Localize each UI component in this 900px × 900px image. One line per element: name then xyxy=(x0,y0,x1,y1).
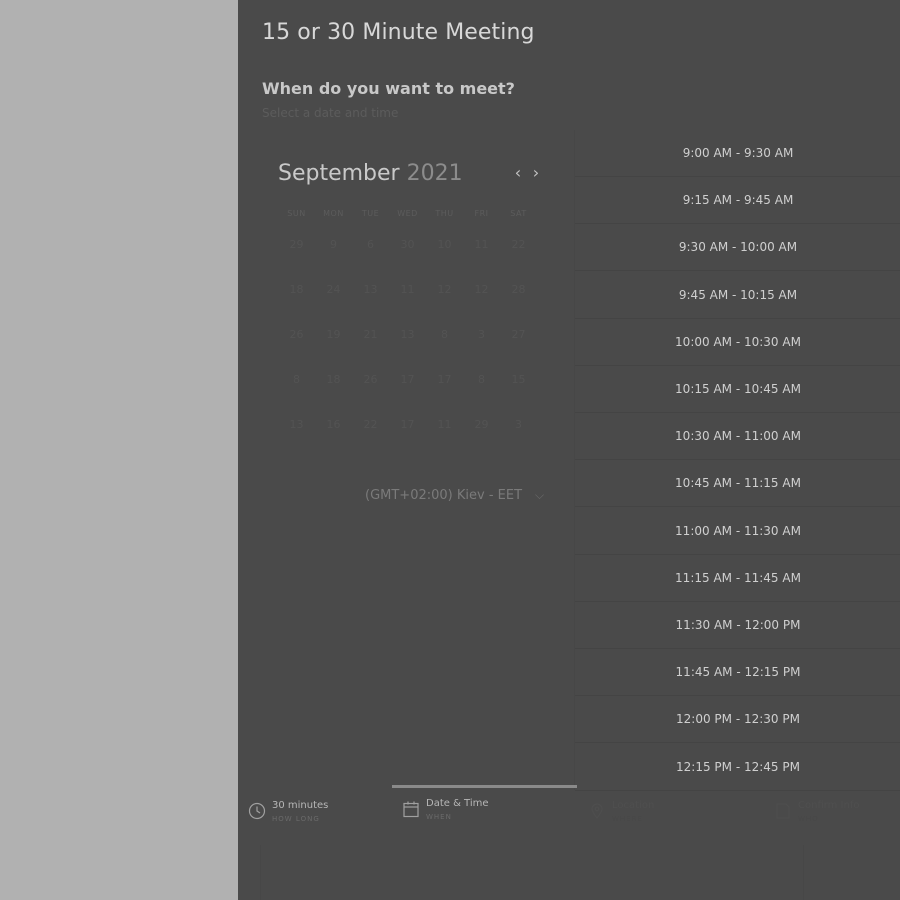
time-slot-button[interactable]: 9:45 AM - 10:15 AM xyxy=(575,272,900,319)
clock-icon xyxy=(248,802,266,820)
time-slot-button[interactable]: 9:30 AM - 10:00 AM xyxy=(575,224,900,272)
step-duration-label: 30 minutes xyxy=(272,800,329,811)
step-confirm-info-sub: WHO xyxy=(798,815,819,823)
step-location[interactable]: Location WHERE xyxy=(588,799,654,825)
step-location-sub: WHERE xyxy=(612,815,643,823)
calendar-icon xyxy=(403,801,419,818)
calendar-day[interactable]: 24 xyxy=(315,281,352,326)
calendar-day[interactable]: 27 xyxy=(500,326,537,371)
weekday-label: WED xyxy=(397,209,418,218)
calendar-day[interactable]: 26 xyxy=(352,371,389,416)
calendar-day[interactable]: 12 xyxy=(463,281,500,326)
section-subheading: Select a date and time xyxy=(262,106,399,120)
step-confirm-info-label: Confirm Info xyxy=(798,800,860,811)
time-slot-button[interactable]: 10:30 AM - 11:00 AM xyxy=(575,413,900,461)
calendar-day[interactable]: 11 xyxy=(389,281,426,326)
calendar-day[interactable]: 16 xyxy=(315,416,352,461)
time-slot-button[interactable]: 9:00 AM - 9:30 AM xyxy=(575,130,900,177)
weekday-label: SUN xyxy=(287,209,306,218)
weekday-label: MON xyxy=(323,209,344,218)
left-backdrop xyxy=(0,0,238,900)
calendar-year: 2021 xyxy=(406,161,463,186)
time-slot-button[interactable]: 10:15 AM - 10:45 AM xyxy=(575,366,900,413)
step-date-time-sub: WHEN xyxy=(426,813,452,821)
calendar-day[interactable]: 29 xyxy=(463,416,500,461)
calendar-day[interactable]: 22 xyxy=(352,416,389,461)
step-duration-sub: HOW LONG xyxy=(272,815,320,823)
calendar-day[interactable]: 11 xyxy=(426,416,463,461)
step-confirm-info[interactable]: Confirm Info WHO xyxy=(774,799,860,825)
time-slot-button[interactable]: 9:15 AM - 9:45 AM xyxy=(575,177,900,225)
calendar-day[interactable]: 13 xyxy=(352,281,389,326)
time-slot-button[interactable]: 11:15 AM - 11:45 AM xyxy=(575,555,900,602)
calendar-month: September xyxy=(278,161,400,186)
time-slot-button[interactable]: 11:45 AM - 12:15 PM xyxy=(575,649,900,697)
chevron-right-icon: › xyxy=(532,163,540,182)
weekday-label: SAT xyxy=(510,209,527,218)
calendar-day[interactable]: 8 xyxy=(463,371,500,416)
time-slot-button[interactable]: 11:00 AM - 11:30 AM xyxy=(575,508,900,555)
calendar-day[interactable]: 8 xyxy=(278,371,315,416)
timezone-select[interactable]: (GMT+02:00) Kiev - EET xyxy=(365,488,522,503)
page-title: 15 or 30 Minute Meeting xyxy=(262,20,535,45)
time-slot-list: 9:00 AM - 9:30 AM 9:15 AM - 9:45 AM 9:30 A… xyxy=(574,130,900,791)
step-location-label: Location xyxy=(612,800,655,811)
calendar-day[interactable]: 15 xyxy=(500,371,537,416)
calendar-day[interactable]: 22 xyxy=(500,236,537,281)
weekday-label: TUE xyxy=(361,209,380,218)
calendar-day[interactable]: 18 xyxy=(278,281,315,326)
calendar-day[interactable]: 3 xyxy=(500,416,537,461)
time-slot-button[interactable]: 12:15 PM - 12:45 PM xyxy=(575,744,900,791)
step-date-time[interactable]: Date & Time WHEN xyxy=(402,797,489,823)
calendar-day[interactable]: 8 xyxy=(426,326,463,371)
next-month-button[interactable]: › xyxy=(528,163,544,183)
calendar-day[interactable]: 13 xyxy=(389,326,426,371)
section-heading: When do you want to meet? xyxy=(262,79,515,98)
document-icon xyxy=(776,803,790,819)
calendar-day[interactable]: 17 xyxy=(389,371,426,416)
calendar-day[interactable]: 11 xyxy=(463,236,500,281)
calendar-day[interactable]: 13 xyxy=(278,416,315,461)
calendar-month-title: September 2021 xyxy=(278,161,463,186)
calendar-day[interactable]: 12 xyxy=(426,281,463,326)
calendar-day[interactable]: 18 xyxy=(315,371,352,416)
previous-month-button[interactable]: ‹ xyxy=(510,163,526,183)
weekday-label: FRI xyxy=(474,209,489,218)
calendar-day[interactable]: 6 xyxy=(352,236,389,281)
calendar-grid: 29 9 6 30 10 11 22 18 24 13 11 12 12 28 26 19 21 13 8 3 27 8 1… xyxy=(278,236,537,461)
chevron-left-icon: ‹ xyxy=(514,163,522,182)
calendar-day[interactable]: 9 xyxy=(315,236,352,281)
step-duration[interactable]: 30 minutes HOW LONG xyxy=(248,799,328,825)
location-pin-icon xyxy=(591,803,603,819)
time-slot-button[interactable]: 10:45 AM - 11:15 AM xyxy=(575,460,900,508)
time-slot-button[interactable]: 12:00 PM - 12:30 PM xyxy=(575,696,900,744)
step-progress: 30 minutes HOW LONG Date & Time WHEN Loc… xyxy=(238,785,900,845)
time-slot-button[interactable]: 10:00 AM - 10:30 AM xyxy=(575,319,900,366)
active-step-indicator xyxy=(392,785,577,788)
calendar-day[interactable]: 3 xyxy=(463,326,500,371)
weekday-header: SUN MON TUE WED THU FRI SAT xyxy=(278,209,537,218)
scheduler-panel: 15 or 30 Minute Meeting When do you want… xyxy=(238,0,900,900)
calendar-day[interactable]: 17 xyxy=(389,416,426,461)
calendar-day[interactable]: 26 xyxy=(278,326,315,371)
calendar-day[interactable]: 30 xyxy=(389,236,426,281)
form-container-edge xyxy=(260,845,804,900)
calendar-day[interactable]: 29 xyxy=(278,236,315,281)
calendar-day[interactable]: 28 xyxy=(500,281,537,326)
weekday-label: THU xyxy=(435,209,454,218)
step-date-time-label: Date & Time xyxy=(426,798,489,809)
calendar-day[interactable]: 19 xyxy=(315,326,352,371)
calendar-day[interactable]: 10 xyxy=(426,236,463,281)
calendar-day[interactable]: 17 xyxy=(426,371,463,416)
calendar-day[interactable]: 21 xyxy=(352,326,389,371)
chevron-down-icon[interactable]: ⌵ xyxy=(535,488,544,503)
time-slot-button[interactable]: 11:30 AM - 12:00 PM xyxy=(575,602,900,649)
